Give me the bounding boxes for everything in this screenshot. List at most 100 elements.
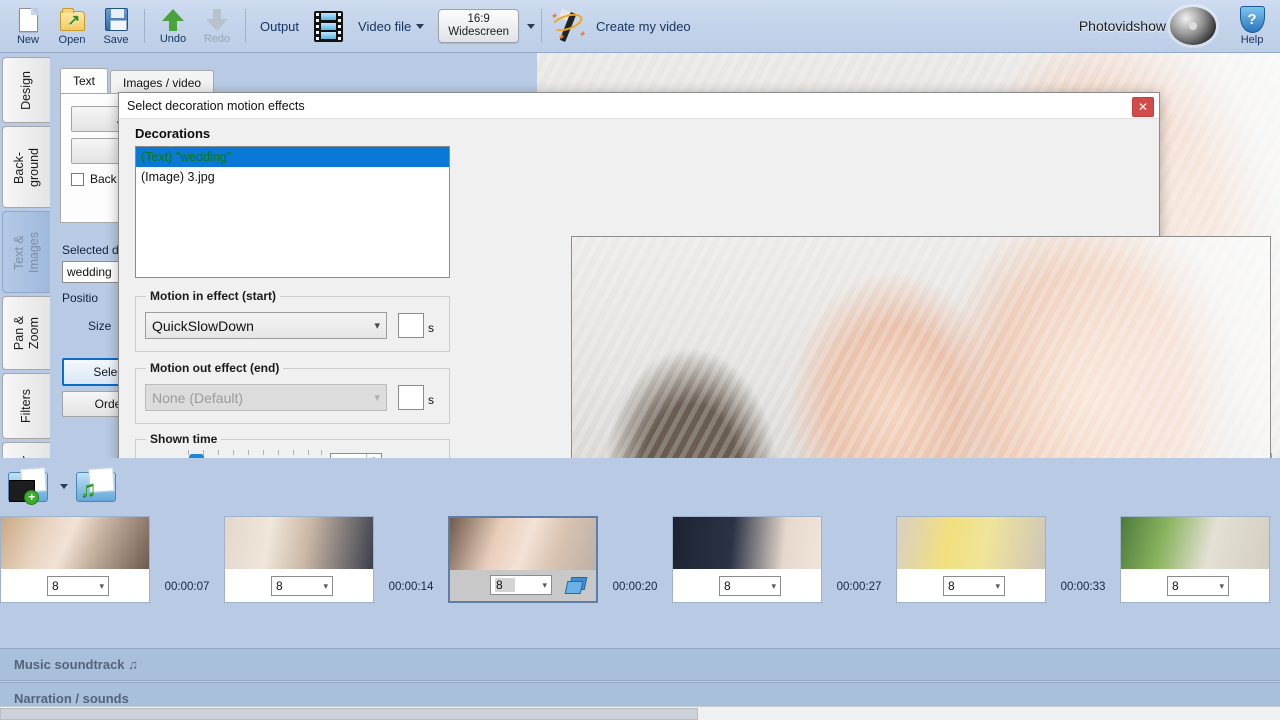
timeline-marker: 00:00:20: [598, 516, 672, 603]
slide-duration-value: 8: [724, 579, 731, 593]
timeline-marker: 00:00:33: [1046, 516, 1120, 603]
position-label: Positio: [62, 291, 98, 305]
toolbar-divider-2: [245, 9, 246, 43]
video-file-dropdown[interactable]: Video file: [350, 19, 424, 34]
add-photos-chevron-down-icon[interactable]: [60, 484, 68, 489]
dialog-title: Select decoration motion effects: [127, 99, 305, 113]
chevron-down-icon: ▾: [542, 580, 547, 591]
background-checkbox-label: Back: [90, 172, 117, 186]
open-button[interactable]: ↗ Open: [50, 1, 94, 51]
slide-duration-value: 8: [948, 579, 955, 593]
timeline-slide-selected[interactable]: 8 ▾: [448, 516, 598, 603]
create-my-video-label: Create my video: [588, 19, 699, 34]
undo-button[interactable]: Undo: [151, 1, 195, 51]
new-button[interactable]: New: [6, 1, 50, 51]
chevron-down-icon: ▾: [1219, 581, 1224, 592]
help-button[interactable]: ? Help: [1230, 1, 1274, 51]
music-soundtrack-label: Music soundtrack ♫: [14, 657, 138, 672]
save-button-label: Save: [103, 34, 128, 46]
timeline-slide[interactable]: 8 ▾: [224, 516, 374, 603]
slide-duration-value: 8: [52, 579, 59, 593]
create-my-video-button[interactable]: ✦ ✦ ✦ Create my video: [548, 9, 699, 43]
copy-slide-icon[interactable]: [566, 577, 588, 596]
sidebar-tabs: Design Back- ground Text & Images Pan & …: [0, 53, 52, 508]
timeline-slide[interactable]: 8 ▾: [0, 516, 150, 603]
chevron-down-icon: ▾: [323, 581, 328, 592]
timeline-strip[interactable]: 8 ▾ 00:00:07 8 ▾ 00:00:14 8 ▾ 00:00:20: [0, 516, 1280, 603]
slide-duration-dropdown[interactable]: 8 ▾: [47, 576, 109, 596]
sidebar-item-pan-zoom-label: Pan & Zoom: [12, 308, 42, 358]
timeline-marker: 00:00:40: [1270, 516, 1280, 603]
undo-button-label: Undo: [160, 33, 186, 45]
slide-duration-value: 8: [1172, 579, 1179, 593]
aspect-ratio-value: 16:9: [448, 13, 509, 26]
help-button-label: Help: [1241, 34, 1264, 46]
timeline-marker: 00:00:27: [822, 516, 896, 603]
list-item[interactable]: (Text) "wedding": [136, 147, 449, 167]
sidebar-item-text-images-label: Text & Images: [12, 224, 42, 281]
add-music-icon[interactable]: ♫: [76, 468, 120, 504]
timeline-slide[interactable]: 8 ▾: [672, 516, 822, 603]
narration-sounds-label: Narration / sounds: [14, 691, 129, 706]
sidebar-item-text-images[interactable]: Text & Images: [2, 211, 50, 293]
motion-out-unit: s: [428, 393, 434, 407]
new-button-label: New: [17, 34, 39, 46]
slide-duration-dropdown[interactable]: 8 ▾: [1167, 576, 1229, 596]
tab-text[interactable]: Text: [60, 68, 108, 96]
list-item[interactable]: (Image) 3.jpg: [136, 167, 449, 187]
sidebar-item-filters-label: Filters: [19, 381, 34, 431]
slide-duration-dropdown[interactable]: 8 ▾: [271, 576, 333, 596]
main-toolbar: New ↗ Open Save Undo Redo Output Video f…: [0, 0, 1280, 53]
bottom-area: + ♫ 8 ▾ 00:00:07 8 ▾ 00:00:14 8: [0, 458, 1280, 720]
timeline-marker: 00:00:14: [374, 516, 448, 603]
chevron-down-icon: ▾: [995, 581, 1000, 592]
timeline-marker: 00:00:07: [150, 516, 224, 603]
motion-in-select[interactable]: QuickSlowDown ▾: [145, 312, 387, 339]
slide-thumbnail: [225, 517, 373, 569]
slide-duration-value: 8: [495, 578, 515, 592]
sidebar-item-filters[interactable]: Filters: [2, 373, 50, 439]
close-icon[interactable]: [1132, 97, 1154, 117]
add-photos-icon[interactable]: +: [8, 468, 52, 504]
sidebar-item-background[interactable]: Back- ground: [2, 126, 50, 208]
sidebar-item-background-label: Back- ground: [12, 140, 42, 195]
shown-time-label: Shown time: [146, 432, 221, 446]
chevron-down-icon: [416, 24, 424, 29]
decorations-list[interactable]: (Text) "wedding" (Image) 3.jpg: [135, 146, 450, 278]
background-checkbox[interactable]: [71, 173, 84, 186]
motion-in-unit: s: [428, 321, 434, 335]
arrow-down-icon: [205, 8, 229, 32]
output-label: Output: [252, 19, 307, 34]
size-label: Size: [88, 319, 111, 333]
sidebar-item-pan-zoom[interactable]: Pan & Zoom: [2, 296, 50, 370]
chevron-down-icon: ▾: [771, 581, 776, 592]
open-button-label: Open: [59, 34, 86, 46]
motion-out-value: None (Default): [152, 390, 243, 406]
start-slider-ticks: [188, 450, 322, 457]
aspect-ratio-button[interactable]: 16:9 Widescreen: [438, 9, 519, 43]
timeline-slide[interactable]: 8 ▾: [1120, 516, 1270, 603]
slide-duration-dropdown[interactable]: 8 ▾: [943, 576, 1005, 596]
motion-out-label: Motion out effect (end): [146, 361, 283, 375]
motion-out-duration-input[interactable]: [398, 385, 424, 410]
film-reel-icon: [1170, 7, 1216, 45]
motion-out-select[interactable]: None (Default) ▾: [145, 384, 387, 411]
slide-duration-dropdown[interactable]: 8 ▾: [719, 576, 781, 596]
timeline-slide[interactable]: 8 ▾: [896, 516, 1046, 603]
video-file-label: Video file: [350, 19, 411, 34]
scrollbar-thumb[interactable]: [0, 708, 698, 720]
save-button[interactable]: Save: [94, 1, 138, 51]
horizontal-scrollbar[interactable]: [0, 706, 1280, 720]
background-checkbox-row[interactable]: Back: [71, 172, 117, 186]
motion-in-duration-input[interactable]: [398, 313, 424, 338]
slide-thumbnail: [1, 517, 149, 569]
aspect-chevron-down-icon[interactable]: [527, 24, 535, 29]
slide-duration-dropdown[interactable]: 8 ▾: [490, 575, 552, 595]
redo-button[interactable]: Redo: [195, 1, 239, 51]
redo-button-label: Redo: [204, 33, 230, 45]
music-soundtrack-track[interactable]: Music soundtrack ♫: [0, 648, 1280, 681]
brand-label: Photovidshow: [1079, 18, 1166, 34]
sidebar-item-design[interactable]: Design: [2, 57, 50, 123]
brand-area: Photovidshow ? Help: [1079, 1, 1280, 51]
dialog-titlebar: Select decoration motion effects: [119, 93, 1159, 119]
